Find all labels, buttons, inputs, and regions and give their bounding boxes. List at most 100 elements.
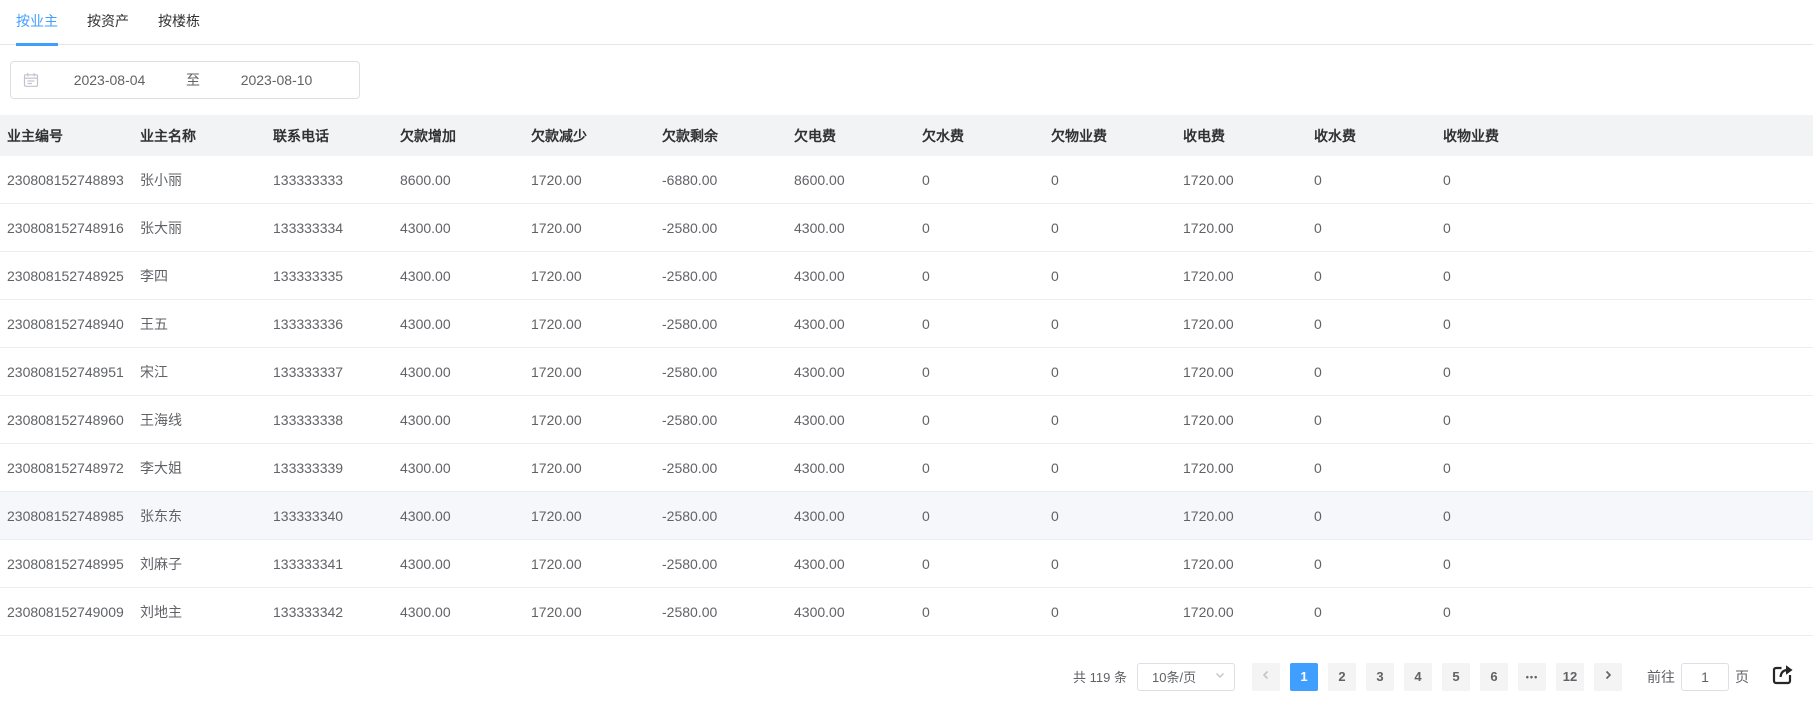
export-button[interactable]: [1769, 662, 1795, 691]
cell-r6-c4: 1720.00: [531, 460, 662, 476]
table-body: 230808152748893张小丽1333333338600.001720.0…: [0, 156, 1813, 636]
cell-r9-c3: 4300.00: [400, 604, 531, 620]
page-size-select[interactable]: 10条/页: [1137, 663, 1235, 691]
cell-r3-c7: 0: [922, 316, 1051, 332]
cell-r9-c8: 0: [1051, 604, 1183, 620]
table-row[interactable]: 230808152749009刘地主1333333424300.001720.0…: [0, 588, 1813, 636]
prev-page-button[interactable]: [1252, 663, 1280, 691]
cell-r6-c10: 0: [1314, 460, 1443, 476]
column-header-5: 欠款剩余: [662, 126, 794, 146]
cell-r7-c7: 0: [922, 508, 1051, 524]
table-row[interactable]: 230808152748925李四1333333354300.001720.00…: [0, 252, 1813, 300]
cell-r8-c0: 230808152748995: [7, 556, 140, 572]
cell-r7-c5: -2580.00: [662, 508, 794, 524]
cell-r8-c11: 0: [1443, 556, 1813, 572]
cell-r1-c0: 230808152748916: [7, 220, 140, 236]
table-row[interactable]: 230808152748995刘麻子1333333414300.001720.0…: [0, 540, 1813, 588]
cell-r1-c1: 张大丽: [140, 218, 273, 238]
column-header-8: 欠物业费: [1051, 126, 1183, 146]
cell-r0-c0: 230808152748893: [7, 172, 140, 188]
cell-r9-c6: 4300.00: [794, 604, 922, 620]
date-range-picker[interactable]: 2023-08-04 至 2023-08-10: [10, 61, 360, 99]
cell-r9-c7: 0: [922, 604, 1051, 620]
export-icon: [1769, 662, 1795, 691]
cell-r9-c5: -2580.00: [662, 604, 794, 620]
cell-r1-c10: 0: [1314, 220, 1443, 236]
page-button-2[interactable]: 2: [1328, 663, 1356, 691]
end-date-input[interactable]: 2023-08-10: [206, 72, 347, 88]
cell-r6-c3: 4300.00: [400, 460, 531, 476]
cell-r5-c6: 4300.00: [794, 412, 922, 428]
column-header-3: 欠款增加: [400, 126, 531, 146]
cell-r6-c9: 1720.00: [1183, 460, 1314, 476]
cell-r2-c10: 0: [1314, 268, 1443, 284]
cell-r8-c2: 133333341: [273, 556, 400, 572]
cell-r9-c2: 133333342: [273, 604, 400, 620]
tab-0[interactable]: 按业主: [16, 0, 58, 45]
cell-r8-c6: 4300.00: [794, 556, 922, 572]
pager-ellipsis[interactable]: •••: [1518, 663, 1546, 691]
table-row[interactable]: 230808152748972李大姐1333333394300.001720.0…: [0, 444, 1813, 492]
page-button-6[interactable]: 6: [1480, 663, 1508, 691]
cell-r6-c11: 0: [1443, 460, 1813, 476]
tabs-bar: 按业主按资产按楼栋: [0, 0, 1813, 45]
table-row[interactable]: 230808152748960王海线1333333384300.001720.0…: [0, 396, 1813, 444]
cell-r3-c1: 王五: [140, 314, 273, 334]
cell-r9-c9: 1720.00: [1183, 604, 1314, 620]
goto-page-input[interactable]: [1681, 663, 1729, 691]
page-button-5[interactable]: 5: [1442, 663, 1470, 691]
cell-r3-c0: 230808152748940: [7, 316, 140, 332]
cell-r5-c1: 王海线: [140, 410, 273, 430]
cell-r7-c2: 133333340: [273, 508, 400, 524]
cell-r4-c2: 133333337: [273, 364, 400, 380]
tab-2[interactable]: 按楼栋: [158, 0, 200, 45]
cell-r0-c5: -6880.00: [662, 172, 794, 188]
table-row[interactable]: 230808152748893张小丽1333333338600.001720.0…: [0, 156, 1813, 204]
cell-r8-c9: 1720.00: [1183, 556, 1314, 572]
page-button-12[interactable]: 12: [1556, 663, 1584, 691]
total-count-label: 共 119 条: [1073, 667, 1127, 686]
cell-r9-c11: 0: [1443, 604, 1813, 620]
cell-r5-c4: 1720.00: [531, 412, 662, 428]
tab-1[interactable]: 按资产: [87, 0, 129, 45]
cell-r7-c8: 0: [1051, 508, 1183, 524]
table-row[interactable]: 230808152748916张大丽1333333344300.001720.0…: [0, 204, 1813, 252]
goto-page-group: 前往 页: [1641, 663, 1755, 691]
column-header-7: 欠水费: [922, 126, 1051, 146]
table-row[interactable]: 230808152748940王五1333333364300.001720.00…: [0, 300, 1813, 348]
page-button-3[interactable]: 3: [1366, 663, 1394, 691]
cell-r8-c7: 0: [922, 556, 1051, 572]
cell-r0-c3: 8600.00: [400, 172, 531, 188]
cell-r5-c5: -2580.00: [662, 412, 794, 428]
table-row[interactable]: 230808152748985张东东1333333404300.001720.0…: [0, 492, 1813, 540]
start-date-input[interactable]: 2023-08-04: [39, 72, 180, 88]
cell-r7-c11: 0: [1443, 508, 1813, 524]
cell-r4-c10: 0: [1314, 364, 1443, 380]
page-button-4[interactable]: 4: [1404, 663, 1432, 691]
table-row[interactable]: 230808152748951宋江1333333374300.001720.00…: [0, 348, 1813, 396]
cell-r3-c3: 4300.00: [400, 316, 531, 332]
cell-r1-c5: -2580.00: [662, 220, 794, 236]
cell-r8-c3: 4300.00: [400, 556, 531, 572]
chevron-right-icon: [1602, 669, 1614, 684]
table-header-row: 业主编号业主名称联系电话欠款增加欠款减少欠款剩余欠电费欠水费欠物业费收电费收水费…: [0, 115, 1813, 156]
cell-r6-c1: 李大姐: [140, 458, 273, 478]
cell-r0-c8: 0: [1051, 172, 1183, 188]
next-page-button[interactable]: [1594, 663, 1622, 691]
cell-r9-c4: 1720.00: [531, 604, 662, 620]
cell-r5-c9: 1720.00: [1183, 412, 1314, 428]
cell-r7-c0: 230808152748985: [7, 508, 140, 524]
cell-r1-c9: 1720.00: [1183, 220, 1314, 236]
page-button-1[interactable]: 1: [1290, 663, 1318, 691]
column-header-10: 收水费: [1314, 126, 1443, 146]
date-range-separator: 至: [180, 70, 206, 90]
cell-r2-c8: 0: [1051, 268, 1183, 284]
cell-r0-c1: 张小丽: [140, 170, 273, 190]
cell-r6-c7: 0: [922, 460, 1051, 476]
cell-r8-c8: 0: [1051, 556, 1183, 572]
cell-r4-c8: 0: [1051, 364, 1183, 380]
cell-r3-c10: 0: [1314, 316, 1443, 332]
cell-r8-c4: 1720.00: [531, 556, 662, 572]
cell-r1-c7: 0: [922, 220, 1051, 236]
cell-r3-c11: 0: [1443, 316, 1813, 332]
